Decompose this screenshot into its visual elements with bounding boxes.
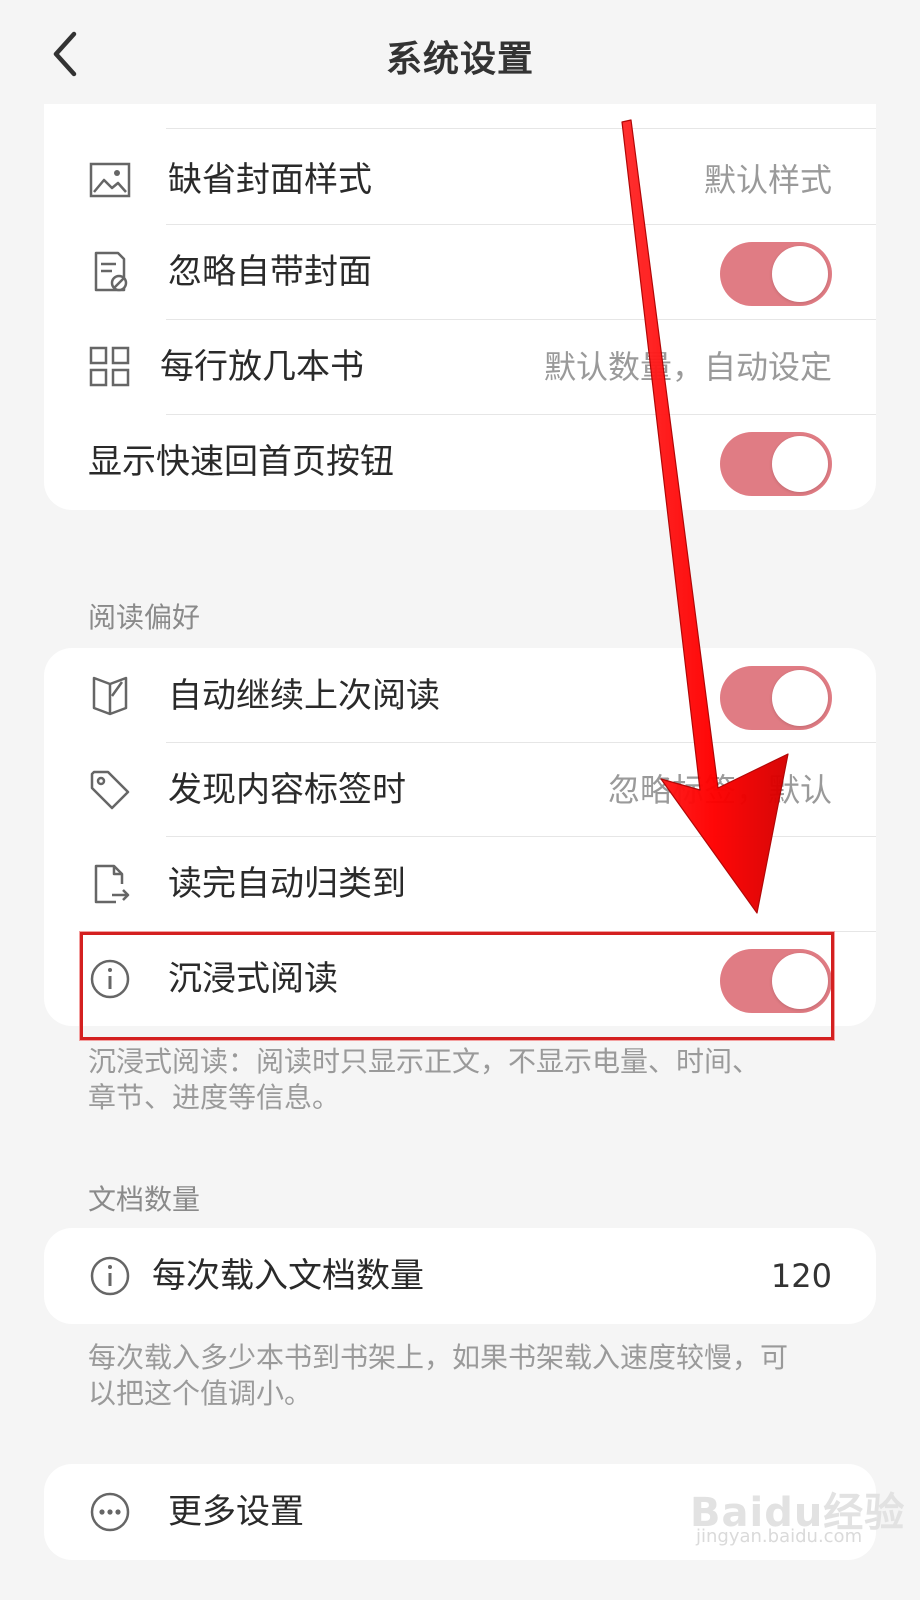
row-value: 忽略标签，默认 (607, 771, 832, 809)
row-label: 缺省封面样式 (168, 160, 372, 200)
grid-icon (89, 346, 130, 387)
baidu-watermark: Baidu经验 jingyan.baidu.com (690, 1478, 904, 1558)
row-books-per-row[interactable]: 每行放几本书 默认数量，自动设定 (44, 319, 876, 415)
info-icon (90, 959, 130, 999)
section-header-documents: 文档数量 (88, 1183, 201, 1216)
docs-per-load-value: 120 (770, 1257, 832, 1295)
document-block-icon (94, 251, 128, 292)
tag-icon (90, 770, 130, 810)
row-auto-categorize-after-reading[interactable]: 读完自动归类到 (44, 836, 876, 932)
row-label: 每次载入文档数量 (152, 1256, 424, 1296)
row-label: 沉浸式阅读 (168, 959, 338, 999)
row-immersive-reading[interactable]: 沉浸式阅读 (44, 931, 876, 1026)
footnote-line: 每次载入多少本书到书架上，如果书架载入速度较慢，可 (88, 1341, 789, 1374)
more-dots-icon (90, 1492, 130, 1532)
toggle-knob (772, 953, 828, 1009)
row-label: 忽略自带封面 (168, 252, 372, 292)
reading-settings-card: 自动继续上次阅读 发现内容标签时 忽略标签，默认 读完自动归类到 沉浸式阅读 (44, 648, 876, 1026)
row-value: 默认样式 (703, 161, 832, 199)
row-docs-per-load[interactable]: 每次载入文档数量 120 (44, 1228, 876, 1324)
row-label: 每行放几本书 (160, 347, 364, 387)
immersive-reading-footnote: 沉浸式阅读：阅读时只显示正文，不显示电量、时间、 章节、进度等信息。 (88, 1044, 828, 1116)
image-icon (89, 162, 131, 198)
row-label: 显示快速回首页按钮 (88, 442, 394, 482)
row-label: 更多设置 (168, 1492, 304, 1532)
footnote-line: 章节、进度等信息。 (88, 1081, 341, 1114)
watermark-url: jingyan.baidu.com (696, 1526, 863, 1547)
book-open-icon (92, 676, 128, 716)
section-header-reading: 阅读偏好 (88, 601, 201, 634)
row-value: 默认数量，自动设定 (543, 348, 832, 386)
ignore-cover-toggle[interactable] (720, 242, 832, 306)
document-settings-card: 每次载入文档数量 120 (44, 1228, 876, 1324)
auto-continue-toggle[interactable] (720, 666, 832, 730)
page-title: 系统设置 (385, 39, 534, 80)
row-default-cover-style[interactable]: 缺省封面样式 默认样式 (44, 132, 876, 228)
toggle-knob (772, 670, 828, 726)
row-ignore-builtin-cover[interactable]: 忽略自带封面 (44, 224, 876, 320)
home-button-toggle[interactable] (720, 432, 832, 496)
display-settings-card: 缺省封面样式 默认样式 忽略自带封面 每行放几本书 默认数量，自动设定 显示快速… (44, 104, 876, 510)
row-label: 自动继续上次阅读 (168, 676, 440, 716)
nav-bar: 系统设置 (0, 0, 920, 104)
footnote-line: 沉浸式阅读：阅读时只显示正文，不显示电量、时间、 (88, 1045, 761, 1078)
row-auto-continue-reading[interactable]: 自动继续上次阅读 (44, 648, 876, 744)
divider (166, 128, 876, 129)
row-label: 发现内容标签时 (168, 770, 406, 810)
immersive-reading-toggle[interactable] (720, 949, 832, 1013)
toggle-knob (772, 436, 828, 492)
toggle-knob (772, 246, 828, 302)
row-label: 读完自动归类到 (168, 864, 406, 904)
document-quantity-footnote: 每次载入多少本书到书架上，如果书架载入速度较慢，可 以把这个值调小。 (88, 1340, 828, 1412)
row-content-tag-found[interactable]: 发现内容标签时 忽略标签，默认 (44, 742, 876, 838)
row-show-home-button[interactable]: 显示快速回首页按钮 (44, 414, 876, 510)
footnote-line: 以把这个值调小。 (88, 1377, 313, 1410)
info-icon (90, 1256, 130, 1296)
file-export-icon (94, 864, 130, 904)
